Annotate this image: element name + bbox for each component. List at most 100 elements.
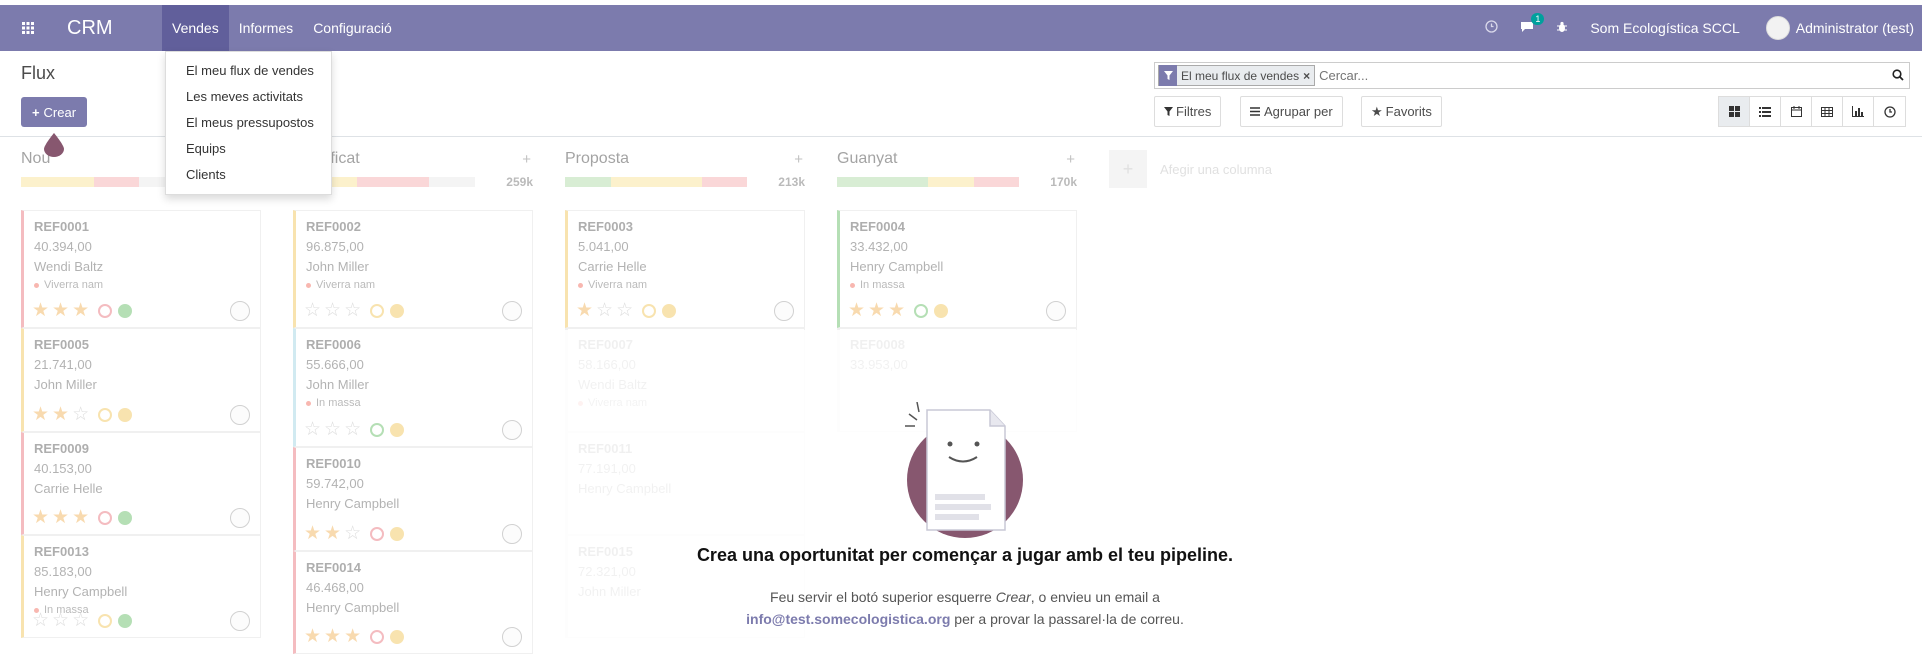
progress-segment[interactable] — [837, 177, 928, 187]
salesperson-avatar[interactable] — [502, 627, 522, 647]
priority-star-icon[interactable]: ☆ — [616, 301, 633, 321]
opportunity-card[interactable]: REF0014 46.468,00 Henry Campbell ★ ★ ★ — [293, 551, 533, 654]
kanban-state-icon[interactable] — [390, 304, 405, 318]
salesperson-avatar[interactable] — [502, 301, 522, 321]
activity-clock-icon[interactable] — [914, 304, 929, 318]
search-icon[interactable] — [1887, 68, 1909, 84]
create-button[interactable]: + Crear — [21, 97, 87, 127]
calendar-view-icon[interactable] — [1781, 97, 1812, 126]
priority-star-icon[interactable]: ☆ — [32, 611, 49, 631]
opportunity-card[interactable]: REF0013 85.183,00 Henry Campbell In massa ☆ ☆… — [21, 535, 261, 638]
priority-star-icon[interactable]: ★ — [344, 627, 361, 647]
priority-star-icon[interactable]: ☆ — [304, 301, 321, 321]
priority-star-icon[interactable]: ★ — [304, 524, 321, 544]
pivot-view-icon[interactable] — [1812, 97, 1843, 126]
priority-star-icon[interactable]: ☆ — [324, 420, 341, 440]
activity-clock-icon[interactable] — [98, 511, 113, 525]
dropdown-item-customers[interactable]: Clients — [166, 162, 331, 188]
activity-clock-icon[interactable] — [370, 630, 385, 644]
activity-clock-icon[interactable] — [98, 614, 113, 628]
priority-star-icon[interactable]: ★ — [52, 405, 69, 425]
menu-configuracio[interactable]: Configuració — [303, 5, 402, 51]
app-brand[interactable]: CRM — [56, 17, 162, 40]
priority-star-icon[interactable]: ★ — [304, 627, 321, 647]
favorites-button[interactable]: ★ Favorits — [1361, 96, 1442, 127]
facet-remove-icon[interactable]: × — [1303, 69, 1314, 83]
salesperson-avatar[interactable] — [502, 420, 522, 440]
kanban-state-icon[interactable] — [934, 304, 949, 318]
kanban-state-icon[interactable] — [390, 423, 405, 437]
priority-star-icon[interactable]: ★ — [72, 301, 89, 321]
priority-star-icon[interactable]: ☆ — [324, 301, 341, 321]
priority-star-icon[interactable]: ☆ — [52, 611, 69, 631]
salesperson-avatar[interactable] — [502, 524, 522, 544]
kanban-state-icon[interactable] — [390, 527, 405, 541]
priority-star-icon[interactable]: ★ — [32, 405, 49, 425]
priority-star-icon[interactable]: ☆ — [344, 301, 361, 321]
priority-star-icon[interactable]: ★ — [848, 301, 865, 321]
search-input[interactable] — [1315, 68, 1887, 83]
add-column-label[interactable]: Afegir una columna — [1160, 162, 1272, 177]
debug-bug-icon[interactable] — [1556, 20, 1568, 36]
activity-clock-icon[interactable] — [98, 408, 113, 422]
opportunity-card[interactable]: REF0001 40.394,00 Wendi Baltz Viverra nam ★ ★… — [21, 210, 261, 328]
filters-button[interactable]: Filtres — [1154, 96, 1222, 127]
salesperson-avatar[interactable] — [774, 301, 794, 321]
salesperson-avatar[interactable] — [230, 508, 250, 528]
salesperson-avatar[interactable] — [1046, 301, 1066, 321]
groupby-button[interactable]: Agrupar per — [1240, 96, 1343, 127]
dropdown-item-my-quotations[interactable]: El meus pressupostos — [166, 110, 331, 136]
opportunity-card[interactable]: REF0003 5.041,00 Carrie Helle Viverra nam ★ ☆… — [565, 210, 805, 328]
opportunity-card[interactable]: REF0004 33.432,00 Henry Campbell In massa ★ ★… — [837, 210, 1077, 328]
priority-star-icon[interactable]: ☆ — [344, 524, 361, 544]
priority-star-icon[interactable]: ☆ — [72, 611, 89, 631]
kanban-state-icon[interactable] — [118, 408, 133, 422]
menu-informes[interactable]: Informes — [229, 5, 303, 51]
menu-vendes[interactable]: Vendes — [162, 5, 229, 51]
quick-create-icon[interactable]: + — [522, 151, 531, 168]
progress-segment[interactable] — [93, 177, 140, 187]
activity-clock-icon[interactable] — [1485, 20, 1498, 36]
progress-segment[interactable] — [973, 177, 1019, 187]
kanban-state-icon[interactable] — [118, 614, 133, 628]
column-title[interactable]: Proposta — [565, 150, 629, 168]
user-menu[interactable]: Administrator (test) — [1765, 16, 1914, 40]
priority-star-icon[interactable]: ★ — [576, 301, 593, 321]
progress-segment[interactable] — [701, 177, 747, 187]
priority-star-icon[interactable]: ☆ — [304, 420, 321, 440]
activity-view-icon[interactable] — [1874, 97, 1905, 126]
progress-segment[interactable] — [21, 177, 94, 187]
progress-segment[interactable] — [429, 177, 475, 187]
quick-create-icon[interactable]: + — [1066, 151, 1075, 168]
priority-star-icon[interactable]: ★ — [868, 301, 885, 321]
opportunity-card[interactable]: REF0010 59.742,00 Henry Campbell ★ ★ ☆ — [293, 447, 533, 551]
dropdown-item-my-pipeline[interactable]: El meu flux de vendes — [166, 58, 331, 84]
priority-star-icon[interactable]: ★ — [32, 301, 49, 321]
progress-segment[interactable] — [928, 177, 974, 187]
progress-bar[interactable] — [837, 177, 1019, 187]
priority-star-icon[interactable]: ★ — [324, 524, 341, 544]
priority-star-icon[interactable]: ★ — [52, 301, 69, 321]
helper-email-link[interactable]: info@test.somecologistica.org — [746, 611, 950, 627]
kanban-state-icon[interactable] — [118, 304, 133, 318]
kanban-state-icon[interactable] — [118, 511, 133, 525]
list-view-icon[interactable] — [1750, 97, 1781, 126]
kanban-view-icon[interactable] — [1719, 97, 1750, 126]
activity-clock-icon[interactable] — [370, 423, 385, 437]
dropdown-item-teams[interactable]: Equips — [166, 136, 331, 162]
kanban-state-icon[interactable] — [390, 630, 405, 644]
quick-create-icon[interactable]: + — [794, 151, 803, 168]
priority-star-icon[interactable]: ★ — [888, 301, 905, 321]
salesperson-avatar[interactable] — [230, 301, 250, 321]
priority-star-icon[interactable]: ★ — [72, 508, 89, 528]
company-switcher[interactable]: Som Ecologística SCCL — [1590, 20, 1739, 36]
progress-segment[interactable] — [356, 177, 430, 187]
priority-star-icon[interactable]: ☆ — [596, 301, 613, 321]
dropdown-item-my-activities[interactable]: Les meves activitats — [166, 84, 331, 110]
activity-clock-icon[interactable] — [642, 304, 657, 318]
salesperson-avatar[interactable] — [230, 405, 250, 425]
priority-star-icon[interactable]: ★ — [32, 508, 49, 528]
column-title[interactable]: Guanyat — [837, 150, 897, 168]
kanban-state-icon[interactable] — [662, 304, 677, 318]
priority-star-icon[interactable]: ★ — [52, 508, 69, 528]
